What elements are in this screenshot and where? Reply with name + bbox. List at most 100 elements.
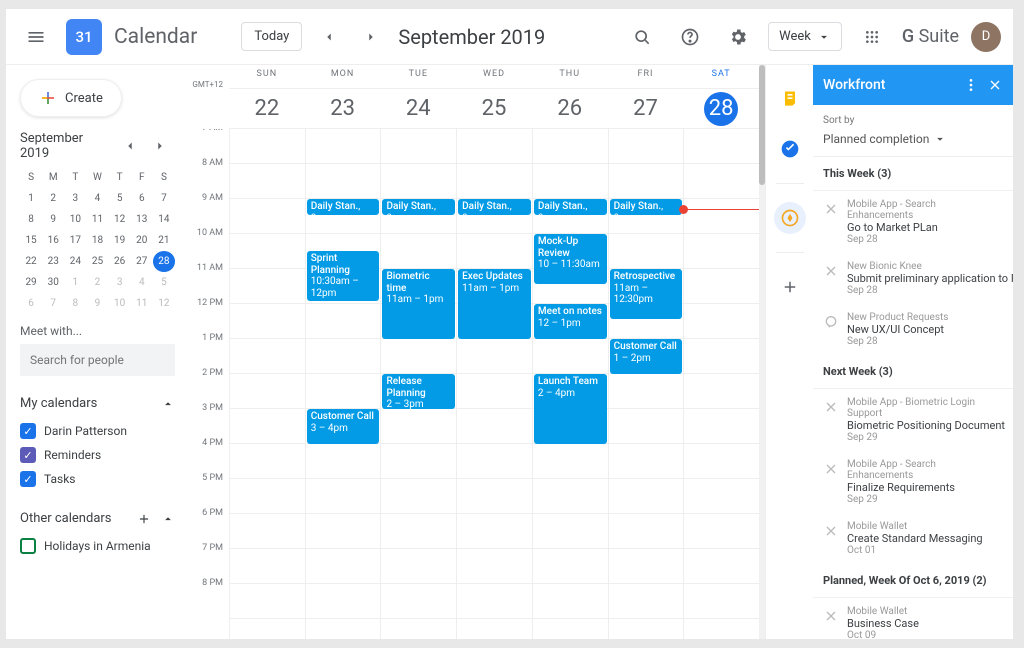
day-number[interactable]: 25 — [456, 89, 532, 128]
day-number[interactable]: 22 — [229, 89, 305, 128]
view-selector[interactable]: Week — [768, 22, 842, 51]
day-column[interactable]: Daily Stan., 9amSprint Planning10:30am –… — [305, 129, 381, 639]
mini-prev[interactable] — [115, 131, 145, 161]
event[interactable]: Exec Updates11am – 1pm — [458, 269, 531, 339]
mini-day[interactable]: 24 — [64, 251, 86, 272]
apps-icon[interactable] — [854, 19, 890, 55]
wf-item[interactable]: Mobile WalletBusiness CaseOct 09 — [813, 598, 1013, 639]
mini-day[interactable]: 10 — [64, 209, 86, 230]
mini-day[interactable]: 7 — [42, 293, 64, 314]
mini-day[interactable]: 7 — [153, 188, 175, 209]
event[interactable]: Daily Stan., 9am — [458, 199, 531, 215]
wf-group-header[interactable]: This Week (3) — [813, 157, 1013, 191]
mini-day[interactable]: 1 — [20, 188, 42, 209]
mini-day[interactable]: 2 — [42, 188, 64, 209]
mini-day[interactable]: 3 — [64, 188, 86, 209]
calendar-item[interactable]: Holidays in Armenia — [20, 534, 175, 558]
event[interactable]: Meet on notes12 – 1pm — [534, 304, 607, 339]
get-addons-button[interactable] — [774, 271, 806, 303]
checkbox[interactable] — [20, 538, 36, 554]
mini-day[interactable]: 19 — [109, 230, 131, 251]
keep-icon[interactable] — [774, 83, 806, 115]
scrollbar[interactable] — [759, 65, 765, 639]
day-column[interactable] — [229, 129, 305, 639]
search-people-input[interactable] — [20, 344, 175, 376]
mini-day[interactable]: 20 — [131, 230, 153, 251]
mini-day[interactable]: 5 — [109, 188, 131, 209]
mini-day[interactable]: 13 — [131, 209, 153, 230]
checkbox[interactable]: ✓ — [20, 447, 36, 463]
mini-day[interactable]: 8 — [20, 209, 42, 230]
next-week-button[interactable] — [356, 22, 386, 52]
calendar-item[interactable]: ✓Darin Patterson — [20, 419, 175, 443]
create-button[interactable]: Create — [20, 79, 122, 117]
hamburger-menu[interactable] — [18, 19, 54, 55]
mini-day[interactable]: 9 — [42, 209, 64, 230]
mini-day[interactable]: 18 — [86, 230, 108, 251]
wf-item[interactable]: Mobile App - Biometric Login SupportBiom… — [813, 389, 1013, 451]
mini-day[interactable]: 2 — [86, 272, 108, 293]
event[interactable]: Daily Stan., 9am — [610, 199, 683, 215]
day-number[interactable]: 24 — [380, 89, 456, 128]
wf-item[interactable]: Mobile App - Search EnhancementsFinalize… — [813, 451, 1013, 513]
mini-day[interactable]: 4 — [86, 188, 108, 209]
wf-group-header[interactable]: Planned, Week Of Oct 6, 2019 (2) — [813, 564, 1013, 598]
mini-day[interactable]: 12 — [153, 293, 175, 314]
mini-day[interactable]: 9 — [86, 293, 108, 314]
event[interactable]: Customer Call1 – 2pm — [610, 339, 683, 374]
mini-day[interactable]: 1 — [64, 272, 86, 293]
workfront-menu-icon[interactable] — [963, 77, 979, 93]
mini-day[interactable]: 23 — [42, 251, 64, 272]
mini-day[interactable]: 16 — [42, 230, 64, 251]
help-button[interactable] — [672, 19, 708, 55]
settings-button[interactable] — [720, 19, 756, 55]
day-column[interactable]: Daily Stan., 9am Retrospective11am – 12:3… — [608, 129, 684, 639]
wf-item[interactable]: New Bionic KneeSubmit preliminary applic… — [813, 253, 1013, 304]
event[interactable]: Customer Call3 – 4pm — [307, 409, 380, 444]
mini-day[interactable]: 6 — [20, 293, 42, 314]
mini-day[interactable]: 25 — [86, 251, 108, 272]
event[interactable]: Daily Stan., 9am — [382, 199, 455, 215]
day-column[interactable] — [683, 129, 759, 639]
mini-day[interactable]: 3 — [109, 272, 131, 293]
mini-day[interactable]: 22 — [20, 251, 42, 272]
workfront-addon-icon[interactable] — [774, 202, 806, 234]
mini-day[interactable]: 11 — [86, 209, 108, 230]
mini-day[interactable]: 10 — [109, 293, 131, 314]
wf-item[interactable]: New Product RequestsNew UX/UI ConceptSep… — [813, 304, 1013, 355]
calendar-item[interactable]: ✓Reminders — [20, 443, 175, 467]
avatar[interactable]: D — [971, 22, 1001, 52]
today-button[interactable]: Today — [241, 22, 302, 51]
mini-day[interactable]: 27 — [131, 251, 153, 272]
event[interactable]: Launch Team2 – 4pm — [534, 374, 607, 444]
mini-next[interactable] — [145, 131, 175, 161]
workfront-close-icon[interactable] — [987, 77, 1003, 93]
wf-item[interactable]: Mobile App - Search EnhancementsGo to Ma… — [813, 191, 1013, 253]
event[interactable]: Daily Stan., 9am — [534, 199, 607, 215]
mini-day[interactable]: 6 — [131, 188, 153, 209]
event[interactable]: Retrospective11am – 12:30pm — [610, 269, 683, 319]
add-calendar-icon[interactable] — [137, 512, 151, 526]
prev-week-button[interactable] — [314, 22, 344, 52]
day-column[interactable]: Daily Stan., 9am Biometric time11am – 1pm… — [380, 129, 456, 639]
calendar-item[interactable]: ✓Tasks — [20, 467, 175, 491]
mini-day[interactable]: 5 — [153, 272, 175, 293]
my-calendars-toggle[interactable]: My calendars — [20, 396, 175, 411]
day-number[interactable]: 23 — [305, 89, 381, 128]
sort-value[interactable]: Planned completion — [813, 130, 1013, 157]
search-button[interactable] — [624, 19, 660, 55]
mini-day[interactable]: 28 — [153, 251, 175, 272]
event[interactable]: Mock-Up Review10 – 11:30am — [534, 234, 607, 284]
mini-day[interactable]: 30 — [42, 272, 64, 293]
mini-day[interactable]: 14 — [153, 209, 175, 230]
tasks-icon[interactable] — [774, 133, 806, 165]
mini-day[interactable]: 8 — [64, 293, 86, 314]
day-column[interactable]: Daily Stan., 9am Exec Updates11am – 1pm — [456, 129, 532, 639]
day-number[interactable]: 27 — [608, 89, 684, 128]
mini-day[interactable]: 11 — [131, 293, 153, 314]
wf-item[interactable]: Mobile WalletCreate Standard MessagingOc… — [813, 513, 1013, 564]
mini-day[interactable]: 21 — [153, 230, 175, 251]
mini-day[interactable]: 29 — [20, 272, 42, 293]
event[interactable]: Biometric time11am – 1pm — [382, 269, 455, 339]
mini-day[interactable]: 4 — [131, 272, 153, 293]
